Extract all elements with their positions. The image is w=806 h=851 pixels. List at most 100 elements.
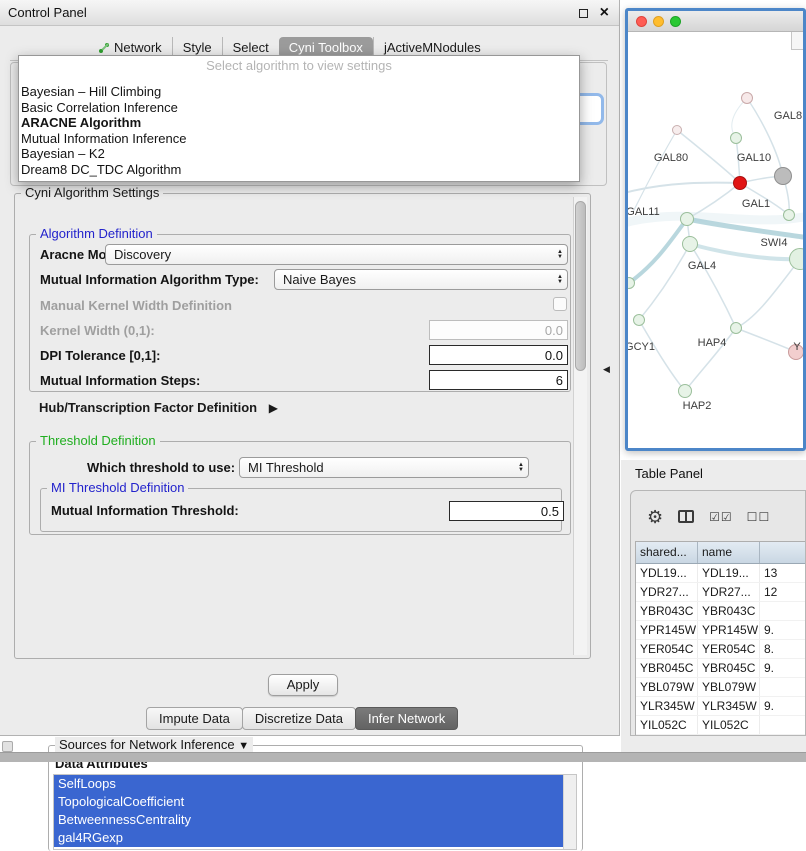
table-cell: YBR043C: [698, 602, 760, 620]
algorithm-option[interactable]: Bayesian – K2: [19, 146, 579, 162]
algorithm-definition-title: Algorithm Definition: [36, 226, 157, 241]
algorithm-option[interactable]: Dream8 DC_TDC Algorithm: [19, 162, 579, 178]
mi-type-label: Mutual Information Algorithm Type:: [40, 272, 259, 287]
network-canvas[interactable]: GAL8GAL80GAL10GAL11GAL1SWI4GAL4GCY1HAP4H…: [628, 32, 803, 448]
table-cell: YDR27...: [636, 583, 698, 601]
bottom-tab-impute-data[interactable]: Impute Data: [146, 707, 243, 730]
algorithm-options: Bayesian – Hill ClimbingBasic Correlatio…: [19, 84, 579, 177]
table-cell: YDL19...: [698, 564, 760, 582]
which-threshold-combo[interactable]: MI Threshold ▲▼: [239, 457, 529, 478]
network-node-label: GAL11: [628, 206, 660, 218]
network-node[interactable]: [682, 236, 698, 252]
kernel-width-input[interactable]: [429, 320, 568, 340]
algorithm-option[interactable]: ARACNE Algorithm: [19, 115, 579, 131]
collapse-arrow-icon: ▼: [238, 740, 249, 752]
table-row[interactable]: YLR345WYLR345W9.: [636, 697, 806, 716]
network-node[interactable]: [783, 209, 795, 221]
column-header[interactable]: name: [698, 542, 760, 563]
network-window-titlebar: [628, 11, 803, 32]
aracne-mode-value: Discovery: [114, 247, 553, 262]
network-node-label: GAL4: [688, 260, 716, 272]
table-cell: YIL052C: [698, 716, 760, 734]
status-strip: [0, 752, 806, 762]
table-row[interactable]: YIL052CYIL052C: [636, 716, 806, 735]
canvas-scroll-corner[interactable]: [791, 32, 803, 50]
mi-threshold-label: Mutual Information Threshold:: [51, 503, 239, 518]
expand-arrow-icon: ▶: [269, 401, 278, 415]
column-header[interactable]: shared...: [636, 542, 698, 563]
attribute-item[interactable]: BetweennessCentrality: [54, 811, 563, 829]
stepper-icon: ▲▼: [557, 275, 563, 285]
table-cell: 9.: [760, 621, 806, 639]
manual-kernel-checkbox[interactable]: [553, 297, 567, 311]
sources-section-toggle[interactable]: Sources for Network Inference ▼: [55, 737, 253, 752]
mi-steps-label: Mutual Information Steps:: [40, 373, 200, 388]
table-row[interactable]: YBR045CYBR045C9.: [636, 659, 806, 678]
zoom-button[interactable]: [670, 16, 681, 27]
gear-icon[interactable]: ⚙: [647, 508, 663, 526]
attribute-item[interactable]: SelfLoops: [54, 775, 563, 793]
column-header[interactable]: [760, 542, 806, 563]
network-node[interactable]: [678, 384, 692, 398]
network-node[interactable]: [730, 322, 742, 334]
table-panel-title: Table Panel: [635, 466, 703, 481]
bottom-tab-infer-network[interactable]: Infer Network: [355, 707, 458, 730]
apply-button[interactable]: Apply: [268, 674, 338, 696]
network-node[interactable]: [680, 212, 694, 226]
mi-threshold-group: MI Threshold Definition Mutual Informati…: [40, 488, 562, 532]
table-cell: 9.: [760, 697, 806, 715]
mi-type-combo[interactable]: Naive Bayes ▲▼: [274, 269, 568, 290]
table-row[interactable]: YPR145WYPR145W9.: [636, 621, 806, 640]
table-cell: YER054C: [698, 640, 760, 658]
threshold-definition-group: Threshold Definition Which threshold to …: [29, 441, 571, 535]
deselect-all-icon[interactable]: ☐☐: [747, 511, 770, 523]
data-attributes-list: SelfLoopsTopologicalCoefficientBetweenne…: [53, 774, 577, 850]
close-icon[interactable]: ×: [600, 2, 609, 24]
select-all-icon[interactable]: ☑☑: [709, 511, 732, 523]
scrollbar-thumb[interactable]: [575, 201, 586, 371]
network-node[interactable]: [633, 314, 645, 326]
minimize-button[interactable]: [653, 16, 664, 27]
which-threshold-value: MI Threshold: [248, 460, 514, 475]
algorithm-option[interactable]: Mutual Information Inference: [19, 131, 579, 147]
table-cell: [760, 602, 806, 620]
mi-type-value: Naive Bayes: [283, 272, 553, 287]
dpi-tolerance-input[interactable]: [429, 345, 568, 365]
aracne-mode-combo[interactable]: Discovery ▲▼: [105, 244, 568, 265]
network-node[interactable]: [741, 92, 753, 104]
list-scrollbar[interactable]: [563, 775, 576, 849]
table-toolbar: ⚙ ☑☑ ☐☐: [631, 491, 805, 533]
table-cell: YBL079W: [636, 678, 698, 696]
algorithm-placeholder: Select algorithm to view settings: [19, 56, 579, 74]
hub-tf-section-toggle[interactable]: Hub/Transcription Factor Definition ▶: [39, 400, 278, 415]
table-row[interactable]: YBR043CYBR043C: [636, 602, 806, 621]
network-node[interactable]: [672, 125, 682, 135]
network-node[interactable]: [774, 167, 792, 185]
close-button[interactable]: [636, 16, 647, 27]
table-row[interactable]: YBL079WYBL079W: [636, 678, 806, 697]
sources-title: Sources for Network Inference: [59, 737, 235, 752]
splitter-collapse-icon[interactable]: ◀: [603, 364, 610, 375]
algorithm-option[interactable]: Bayesian – Hill Climbing: [19, 84, 579, 100]
table-row[interactable]: YDL19...YDL19...13: [636, 564, 806, 583]
columns-icon[interactable]: [678, 510, 694, 523]
algorithm-option[interactable]: Basic Correlation Inference: [19, 100, 579, 116]
mi-threshold-input[interactable]: [449, 501, 564, 521]
table-row[interactable]: YDR27...YDR27...12: [636, 583, 806, 602]
network-node[interactable]: [733, 176, 747, 190]
table-cell: YBL079W: [698, 678, 760, 696]
dock-mini-icon[interactable]: [2, 741, 13, 752]
hub-tf-label: Hub/Transcription Factor Definition: [39, 400, 257, 415]
mi-steps-input[interactable]: [429, 370, 568, 390]
attribute-item[interactable]: TopologicalCoefficient: [54, 793, 563, 811]
attribute-item[interactable]: gal4RGexp: [54, 829, 563, 847]
network-node[interactable]: [730, 132, 742, 144]
table-row[interactable]: YER054CYER054C8.: [636, 640, 806, 659]
control-panel-titlebar: Control Panel ×: [0, 0, 619, 26]
bottom-tab-discretize-data[interactable]: Discretize Data: [242, 707, 356, 730]
table-header-row: shared...name: [636, 542, 806, 564]
table-cell: YDL19...: [636, 564, 698, 582]
settings-scrollbar[interactable]: [573, 197, 587, 655]
float-window-icon[interactable]: [579, 9, 588, 18]
network-node-label: SWI4: [761, 237, 788, 249]
